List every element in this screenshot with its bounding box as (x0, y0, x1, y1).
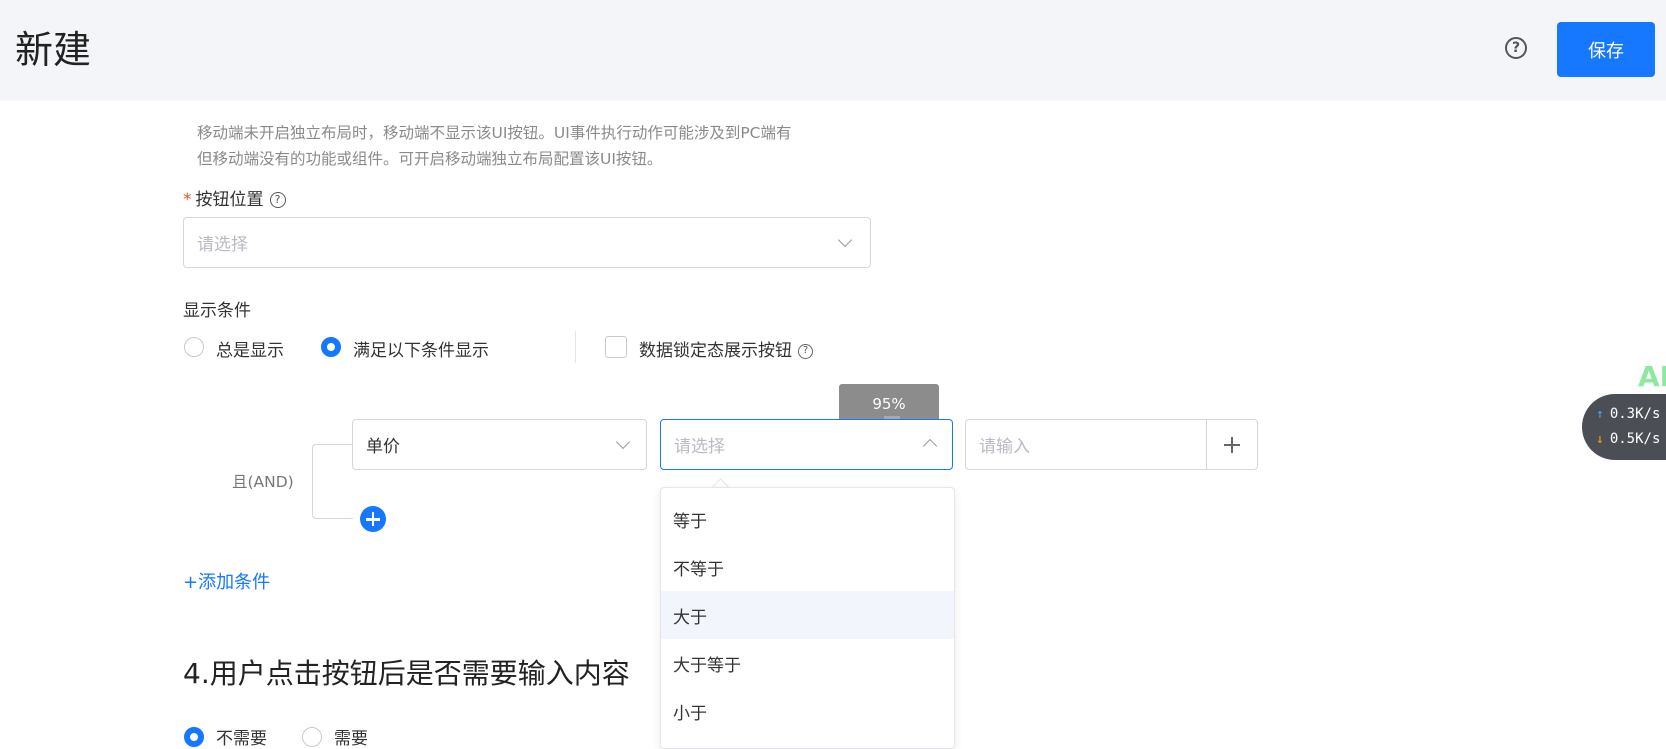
condition-value-placeholder: 请输入 (979, 437, 1030, 457)
radio-condition-show-label: 满足以下条件显示 (353, 341, 489, 361)
button-position-placeholder: 请选择 (197, 235, 248, 255)
display-condition-label: 显示条件 (183, 301, 251, 321)
condition-operator-placeholder: 请选择 (674, 437, 725, 457)
button-position-select[interactable]: 请选择 (183, 217, 871, 268)
radio-condition-show[interactable] (321, 337, 341, 357)
radio-always-show-label: 总是显示 (216, 341, 284, 361)
radio-always-show[interactable] (184, 337, 204, 357)
page-title: 新建 (15, 28, 92, 72)
lock-state-checkbox-label: 数据锁定态展示按钮? (639, 336, 813, 361)
dropdown-option-equal[interactable]: 等于 (661, 495, 954, 543)
radio-no-input-label: 不需要 (216, 729, 267, 749)
radio-need-input[interactable] (302, 727, 322, 747)
help-icon[interactable]: ? (1505, 37, 1527, 59)
add-value-button[interactable] (1206, 419, 1258, 470)
download-speed: ↓ 0.5K/s (1596, 431, 1660, 447)
upload-speed: ↑ 0.3K/s (1596, 406, 1660, 422)
dropdown-option-less[interactable]: 小于 (661, 687, 954, 735)
section-4-title: 4.用户点击按钮后是否需要输入内容 (183, 657, 630, 690)
add-condition-link[interactable]: +添加条件 (183, 568, 270, 594)
operator-dropdown: 等于 不等于 大于 大于等于 小于 (660, 487, 955, 749)
condition-field-select[interactable]: 单价 (352, 419, 647, 470)
hint-line-2: 但移动端没有的功能或组件。可开启移动端独立布局配置该UI按钮。 (197, 150, 663, 168)
dropdown-option-not-equal[interactable]: 不等于 (661, 543, 954, 591)
radio-need-input-label: 需要 (334, 729, 368, 749)
radio-no-input[interactable] (184, 727, 204, 747)
condition-field-value: 单价 (366, 437, 400, 457)
button-position-label: * 按钮位置? (183, 185, 286, 210)
condition-bracket (312, 444, 353, 519)
question-circle-icon[interactable]: ? (269, 192, 286, 208)
save-button[interactable]: 保存 (1557, 22, 1655, 77)
hint-line-1: 移动端未开启独立布局时，移动端不显示该UI按钮。UI事件执行动作可能涉及到PC端… (197, 124, 792, 142)
condition-value-input[interactable]: 请输入 (965, 419, 1207, 470)
dropdown-option-greater-equal[interactable]: 大于等于 (661, 639, 954, 687)
download-speed-value: 0.5K/s (1609, 431, 1661, 447)
chevron-down-icon (837, 232, 853, 248)
question-circle-icon[interactable]: ? (798, 343, 813, 359)
page-header: 新建 ? 保存 (0, 0, 1666, 101)
add-subcondition-button[interactable] (360, 506, 386, 532)
chevron-down-icon (615, 434, 631, 450)
mobile-layout-hint: 移动端未开启独立布局时，移动端不显示该UI按钮。UI事件执行动作可能涉及到PC端… (197, 120, 792, 172)
button-position-label-text: 按钮位置 (195, 190, 264, 210)
arrow-down-icon: ↓ (1596, 432, 1604, 447)
lock-state-checkbox[interactable] (605, 336, 627, 358)
divider (575, 331, 576, 363)
chevron-up-icon (922, 438, 938, 454)
network-speed-widget[interactable]: ↑ 0.3K/s ↓ 0.5K/s (1582, 394, 1666, 460)
lock-state-label-text: 数据锁定态展示按钮 (639, 341, 792, 361)
overlay-logo-text: AI (1638, 360, 1666, 393)
upload-speed-value: 0.3K/s (1609, 406, 1661, 422)
condition-operator-select[interactable]: 请选择 (660, 419, 953, 470)
arrow-up-icon: ↑ (1596, 407, 1604, 422)
dropdown-option-greater[interactable]: 大于 (661, 591, 954, 639)
logic-and-label: 且(AND) (232, 473, 294, 491)
required-mark: * (183, 190, 192, 210)
